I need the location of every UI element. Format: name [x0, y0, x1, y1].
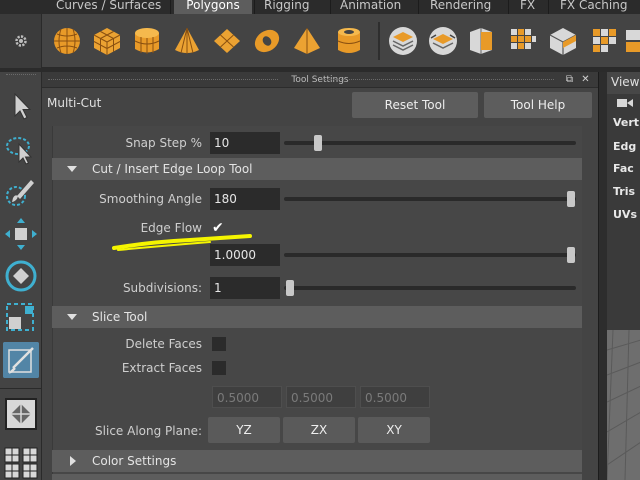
- tool-name-label: Multi-Cut: [47, 96, 102, 110]
- camera-icon[interactable]: [617, 98, 633, 108]
- section-title: Color Settings: [92, 454, 177, 468]
- section-title: Slice Tool: [92, 310, 148, 324]
- paint-select-icon[interactable]: [3, 174, 39, 210]
- snap-step-label: Snap Step %: [125, 136, 202, 150]
- plane-icon[interactable]: [212, 26, 242, 56]
- panel-title-bar: Tool Settings ⧉ ✕: [42, 72, 598, 88]
- tab-animation[interactable]: Animation: [334, 0, 407, 14]
- plane-zx-button[interactable]: ZX: [283, 417, 355, 443]
- tool-help-button[interactable]: Tool Help: [484, 92, 592, 118]
- cone-icon[interactable]: [172, 26, 202, 56]
- cube-icon[interactable]: [92, 26, 122, 56]
- tab-fx-caching[interactable]: FX Caching: [554, 0, 633, 14]
- tab-fx[interactable]: FX: [514, 0, 541, 14]
- scale-icon[interactable]: [3, 300, 39, 336]
- smoothing-angle-slider-handle[interactable]: [567, 191, 575, 207]
- edge-flow-slider-handle[interactable]: [567, 247, 575, 263]
- torus-icon[interactable]: [252, 26, 282, 56]
- highlight-annotation: [112, 234, 252, 251]
- sculpt-icon[interactable]: [590, 26, 620, 56]
- snap-step-field[interactable]: 10: [210, 132, 280, 154]
- rotate-icon[interactable]: [3, 258, 39, 294]
- reset-tool-button[interactable]: Reset Tool: [352, 92, 478, 118]
- quad-layout-icon[interactable]: [3, 446, 39, 480]
- pipe-icon[interactable]: [334, 26, 364, 56]
- view-tab[interactable]: View: [607, 72, 640, 94]
- vertices-label: Vert: [613, 116, 640, 129]
- separate-icon[interactable]: [428, 26, 458, 56]
- plane-xy-button[interactable]: XY: [358, 417, 430, 443]
- pyramid-icon[interactable]: [292, 26, 322, 56]
- uvs-label: UVs: [613, 208, 637, 221]
- smoothing-angle-field[interactable]: 180: [210, 188, 280, 210]
- mirror-icon[interactable]: [626, 26, 640, 56]
- chevron-right-icon: [70, 456, 76, 466]
- subdivisions-slider[interactable]: [284, 286, 576, 290]
- subdivisions-slider-handle[interactable]: [286, 280, 294, 296]
- delete-faces-label: Delete Faces: [125, 337, 202, 351]
- slice-point-z-field[interactable]: 0.5000: [360, 386, 430, 408]
- tab-curves-surfaces[interactable]: Curves / Surfaces: [50, 0, 167, 14]
- extract-faces-checkbox[interactable]: [212, 361, 226, 375]
- snap-step-slider[interactable]: [284, 141, 576, 145]
- smoothing-angle-slider[interactable]: [284, 197, 576, 201]
- toolbox-divider: [0, 388, 42, 389]
- edge-flow-slider[interactable]: [284, 253, 576, 257]
- tab-separator: [254, 0, 255, 14]
- color-settings-section[interactable]: Color Settings: [52, 450, 582, 472]
- slice-point-y-field[interactable]: 0.5000: [286, 386, 356, 408]
- plane-yz-button[interactable]: YZ: [208, 417, 280, 443]
- tab-separator: [508, 0, 509, 14]
- chevron-down-icon: [67, 166, 77, 172]
- shelf-options: [0, 14, 42, 68]
- tris-label: Tris: [613, 185, 636, 198]
- delete-faces-checkbox[interactable]: [212, 337, 226, 351]
- extract-icon[interactable]: [466, 26, 496, 56]
- gear-icon[interactable]: [14, 34, 28, 48]
- chevron-down-icon: [67, 314, 77, 320]
- tab-rendering[interactable]: Rendering: [424, 0, 497, 14]
- shelf-divider: [378, 22, 380, 60]
- close-icon[interactable]: ✕: [579, 74, 592, 86]
- move-icon[interactable]: [3, 216, 39, 252]
- combine-icon[interactable]: [388, 26, 418, 56]
- viewport-grid: [607, 330, 640, 480]
- subdivisions-field[interactable]: 1: [210, 277, 280, 299]
- tab-separator: [548, 0, 549, 14]
- shelf-tab-bar: Curves / Surfaces Polygons Rigging Anima…: [0, 0, 640, 14]
- tool-settings-panel: Tool Settings ⧉ ✕ Multi-Cut Reset Tool T…: [42, 72, 598, 480]
- float-window-icon[interactable]: ⧉: [563, 74, 576, 86]
- tab-polygons[interactable]: Polygons: [174, 0, 252, 14]
- tool-box: [0, 72, 42, 480]
- slice-along-plane-label: Slice Along Plane:: [95, 424, 202, 438]
- lasso-icon[interactable]: [3, 132, 39, 168]
- slice-point-x-field[interactable]: 0.5000: [212, 386, 282, 408]
- subdivisions-label: Subdivisions:: [122, 281, 202, 295]
- title-grip: [324, 79, 554, 81]
- slice-tool-section[interactable]: Slice Tool: [52, 306, 582, 328]
- layout-icon[interactable]: [3, 396, 39, 432]
- smooth-icon[interactable]: [508, 26, 538, 56]
- toolbox-grip: [6, 74, 36, 77]
- bevel-icon[interactable]: [548, 26, 578, 56]
- title-grip: [48, 79, 278, 81]
- polygon-shelf: [0, 14, 640, 68]
- snap-step-slider-handle[interactable]: [314, 135, 322, 151]
- tab-rigging[interactable]: Rigging: [258, 0, 315, 14]
- edges-label: Edg: [613, 140, 637, 153]
- section-title: Cut / Insert Edge Loop Tool: [92, 162, 253, 176]
- sphere-icon[interactable]: [52, 26, 82, 56]
- viewport-panel: View Vert Edg Fac Tris UVs: [598, 72, 640, 480]
- smoothing-angle-label: Smoothing Angle: [99, 192, 202, 206]
- tab-separator: [170, 0, 171, 14]
- select-arrow-icon[interactable]: [3, 88, 39, 124]
- faces-label: Fac: [613, 162, 634, 175]
- cut-insert-edge-loop-section[interactable]: Cut / Insert Edge Loop Tool: [52, 158, 582, 180]
- extract-faces-label: Extract Faces: [121, 361, 202, 375]
- tab-separator: [330, 0, 331, 14]
- next-section: [52, 474, 582, 480]
- cylinder-icon[interactable]: [132, 26, 162, 56]
- tab-separator: [418, 0, 419, 14]
- multi-cut-icon[interactable]: [3, 342, 39, 378]
